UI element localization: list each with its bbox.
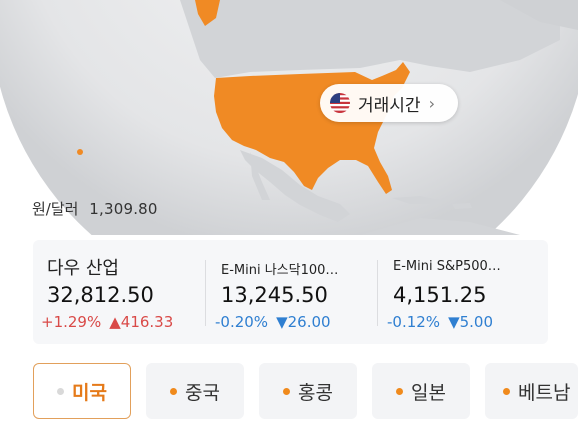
index-change: -0.12% ▼5.00 <box>387 313 501 331</box>
hispaniola-land <box>452 203 472 209</box>
tab-label: 중국 <box>185 381 220 404</box>
dot-icon <box>170 387 178 395</box>
index-summary-card: 다우 산업 32,812.50 +1.29% ▲416.33 E-Mini 나스닥… <box>33 240 548 344</box>
tab-hongkong[interactable]: 홍콩 <box>259 363 357 419</box>
index-name: 다우 산업 <box>47 258 119 279</box>
exchange-rate: 원/달러 1,309.80 <box>32 198 158 219</box>
tab-label: 베트남 <box>518 381 571 404</box>
us-flag-icon <box>330 93 350 113</box>
exchange-rate-label: 원/달러 <box>32 200 79 218</box>
trading-hours-label: 거래시간 <box>358 95 421 116</box>
index-change-abs: ▲416.33 <box>109 313 174 331</box>
index-price: 4,151.25 <box>393 283 487 307</box>
index-item-sp500[interactable]: E-Mini S&P500… 4,151.25 -0.12% ▼5.00 <box>379 240 548 344</box>
index-item-dow[interactable]: 다우 산업 32,812.50 +1.29% ▲416.33 <box>33 240 205 344</box>
divider <box>205 260 206 326</box>
index-item-nasdaq[interactable]: E-Mini 나스닥100… 13,245.50 -0.20% ▼26.00 <box>207 240 377 344</box>
index-change-abs: ▼26.00 <box>276 313 331 331</box>
index-change-pct: +1.29% <box>41 313 102 331</box>
tab-label: 미국 <box>72 381 107 404</box>
exchange-rate-value: 1,309.80 <box>89 200 158 218</box>
index-change-pct: -0.12% <box>387 313 441 331</box>
index-change-pct: -0.20% <box>215 313 269 331</box>
tab-usa[interactable]: 미국 <box>33 363 131 419</box>
index-price: 32,812.50 <box>47 283 154 307</box>
hawaii-highlight <box>77 149 83 155</box>
chevron-right-icon: › <box>428 93 435 113</box>
index-name: E-Mini 나스닥100… <box>221 263 339 278</box>
tab-label: 일본 <box>411 381 446 404</box>
divider <box>377 260 378 326</box>
index-price: 13,245.50 <box>221 283 328 307</box>
index-name: E-Mini S&P500… <box>393 259 501 274</box>
dot-icon <box>283 387 291 395</box>
trading-hours-button[interactable]: 거래시간 › <box>320 84 458 122</box>
dot-icon <box>57 387 65 395</box>
index-change: +1.29% ▲416.33 <box>41 313 181 331</box>
index-change-abs: ▼5.00 <box>448 313 494 331</box>
tab-label: 홍콩 <box>298 381 333 404</box>
tab-japan[interactable]: 일본 <box>372 363 470 419</box>
dot-icon <box>503 387 510 395</box>
index-change: -0.20% ▼26.00 <box>215 313 339 331</box>
tab-vietnam[interactable]: 베트남 <box>485 363 578 419</box>
dot-icon <box>396 387 404 395</box>
tab-china[interactable]: 중국 <box>146 363 244 419</box>
